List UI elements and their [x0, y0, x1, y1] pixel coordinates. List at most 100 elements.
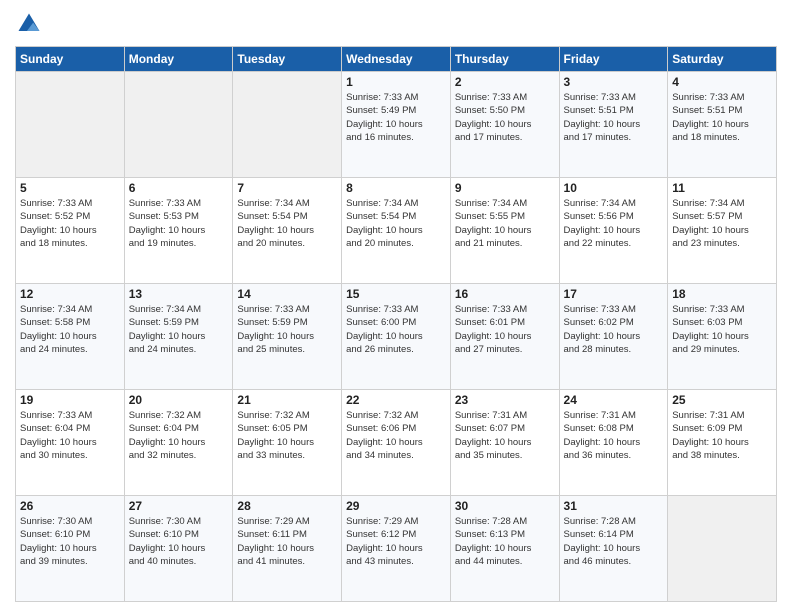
calendar-cell: 9Sunrise: 7:34 AM Sunset: 5:55 PM Daylig… [450, 178, 559, 284]
day-info: Sunrise: 7:33 AM Sunset: 5:53 PM Dayligh… [129, 197, 229, 250]
day-info: Sunrise: 7:34 AM Sunset: 5:54 PM Dayligh… [346, 197, 446, 250]
calendar-cell: 16Sunrise: 7:33 AM Sunset: 6:01 PM Dayli… [450, 284, 559, 390]
calendar-cell: 5 Sunrise: 7:33 AM Sunset: 5:52 PM Daylig… [16, 178, 125, 284]
calendar-cell: 21 Sunrise: 7:32 AM Sunset: 6:05 PM Dayli… [233, 390, 342, 496]
calendar-cell: 2 Sunrise: 7:33 AM Sunset: 5:50 PM Daylig… [450, 72, 559, 178]
day-number: 4 [672, 75, 772, 89]
day-info: Sunrise: 7:33 AM Sunset: 5:59 PM Dayligh… [237, 303, 337, 356]
day-info: Sunrise: 7:32 AM Sunset: 6:05 PM Dayligh… [237, 409, 337, 462]
day-info: Sunrise: 7:32 AM Sunset: 6:06 PM Dayligh… [346, 409, 446, 462]
calendar-cell: 26Sunrise: 7:30 AM Sunset: 6:10 PM Dayli… [16, 496, 125, 602]
calendar-cell: 11 Sunrise: 7:34 AM Sunset: 5:57 PM Dayli… [668, 178, 777, 284]
calendar-cell: 22 Sunrise: 7:32 AM Sunset: 6:06 PM Dayli… [342, 390, 451, 496]
day-info: Sunrise: 7:33 AM Sunset: 5:51 PM Dayligh… [672, 91, 772, 144]
calendar-week-row: 19Sunrise: 7:33 AM Sunset: 6:04 PM Dayli… [16, 390, 777, 496]
day-number: 28 [237, 499, 337, 513]
day-number: 3 [564, 75, 664, 89]
day-number: 19 [20, 393, 120, 407]
day-info: Sunrise: 7:31 AM Sunset: 6:08 PM Dayligh… [564, 409, 664, 462]
calendar-cell: 13Sunrise: 7:34 AM Sunset: 5:59 PM Dayli… [124, 284, 233, 390]
day-number: 17 [564, 287, 664, 301]
calendar-cell [124, 72, 233, 178]
day-number: 27 [129, 499, 229, 513]
day-number: 2 [455, 75, 555, 89]
day-info: Sunrise: 7:33 AM Sunset: 6:03 PM Dayligh… [672, 303, 772, 356]
day-number: 11 [672, 181, 772, 195]
day-number: 22 [346, 393, 446, 407]
day-info: Sunrise: 7:31 AM Sunset: 6:07 PM Dayligh… [455, 409, 555, 462]
day-number: 30 [455, 499, 555, 513]
calendar-cell: 4 Sunrise: 7:33 AM Sunset: 5:51 PM Daylig… [668, 72, 777, 178]
page-container: SundayMondayTuesdayWednesdayThursdayFrid… [0, 0, 792, 612]
day-number: 10 [564, 181, 664, 195]
calendar-cell: 30 Sunrise: 7:28 AM Sunset: 6:13 PM Dayli… [450, 496, 559, 602]
calendar-cell: 19Sunrise: 7:33 AM Sunset: 6:04 PM Dayli… [16, 390, 125, 496]
calendar-cell: 10 Sunrise: 7:34 AM Sunset: 5:56 PM Dayli… [559, 178, 668, 284]
day-number: 25 [672, 393, 772, 407]
calendar-week-row: 26Sunrise: 7:30 AM Sunset: 6:10 PM Dayli… [16, 496, 777, 602]
day-info: Sunrise: 7:29 AM Sunset: 6:12 PM Dayligh… [346, 515, 446, 568]
weekday-header: Tuesday [233, 47, 342, 72]
day-info: Sunrise: 7:34 AM Sunset: 5:54 PM Dayligh… [237, 197, 337, 250]
day-info: Sunrise: 7:28 AM Sunset: 6:13 PM Dayligh… [455, 515, 555, 568]
calendar-cell: 14 Sunrise: 7:33 AM Sunset: 5:59 PM Dayli… [233, 284, 342, 390]
calendar-cell: 7 Sunrise: 7:34 AM Sunset: 5:54 PM Daylig… [233, 178, 342, 284]
calendar-week-row: 12Sunrise: 7:34 AM Sunset: 5:58 PM Dayli… [16, 284, 777, 390]
calendar-cell: 20Sunrise: 7:32 AM Sunset: 6:04 PM Dayli… [124, 390, 233, 496]
day-info: Sunrise: 7:34 AM Sunset: 5:56 PM Dayligh… [564, 197, 664, 250]
calendar-cell [16, 72, 125, 178]
day-info: Sunrise: 7:29 AM Sunset: 6:11 PM Dayligh… [237, 515, 337, 568]
day-info: Sunrise: 7:33 AM Sunset: 5:51 PM Dayligh… [564, 91, 664, 144]
day-info: Sunrise: 7:33 AM Sunset: 6:00 PM Dayligh… [346, 303, 446, 356]
weekday-header: Thursday [450, 47, 559, 72]
logo [15, 10, 47, 38]
day-info: Sunrise: 7:34 AM Sunset: 5:57 PM Dayligh… [672, 197, 772, 250]
calendar-header-row: SundayMondayTuesdayWednesdayThursdayFrid… [16, 47, 777, 72]
day-info: Sunrise: 7:31 AM Sunset: 6:09 PM Dayligh… [672, 409, 772, 462]
day-number: 1 [346, 75, 446, 89]
day-number: 29 [346, 499, 446, 513]
calendar-cell [668, 496, 777, 602]
calendar: SundayMondayTuesdayWednesdayThursdayFrid… [15, 46, 777, 602]
weekday-header: Monday [124, 47, 233, 72]
calendar-cell: 24 Sunrise: 7:31 AM Sunset: 6:08 PM Dayli… [559, 390, 668, 496]
day-info: Sunrise: 7:34 AM Sunset: 5:59 PM Dayligh… [129, 303, 229, 356]
calendar-cell: 17 Sunrise: 7:33 AM Sunset: 6:02 PM Dayli… [559, 284, 668, 390]
calendar-week-row: 5 Sunrise: 7:33 AM Sunset: 5:52 PM Daylig… [16, 178, 777, 284]
weekday-header: Wednesday [342, 47, 451, 72]
calendar-cell [233, 72, 342, 178]
day-number: 31 [564, 499, 664, 513]
weekday-header: Saturday [668, 47, 777, 72]
day-number: 24 [564, 393, 664, 407]
day-info: Sunrise: 7:33 AM Sunset: 6:02 PM Dayligh… [564, 303, 664, 356]
calendar-cell: 15Sunrise: 7:33 AM Sunset: 6:00 PM Dayli… [342, 284, 451, 390]
calendar-cell: 8 Sunrise: 7:34 AM Sunset: 5:54 PM Daylig… [342, 178, 451, 284]
day-info: Sunrise: 7:33 AM Sunset: 5:52 PM Dayligh… [20, 197, 120, 250]
day-number: 8 [346, 181, 446, 195]
calendar-cell: 25 Sunrise: 7:31 AM Sunset: 6:09 PM Dayli… [668, 390, 777, 496]
calendar-cell: 27Sunrise: 7:30 AM Sunset: 6:10 PM Dayli… [124, 496, 233, 602]
day-number: 26 [20, 499, 120, 513]
day-info: Sunrise: 7:33 AM Sunset: 5:49 PM Dayligh… [346, 91, 446, 144]
day-number: 7 [237, 181, 337, 195]
day-number: 23 [455, 393, 555, 407]
day-number: 16 [455, 287, 555, 301]
header [15, 10, 777, 38]
calendar-cell: 6 Sunrise: 7:33 AM Sunset: 5:53 PM Daylig… [124, 178, 233, 284]
day-info: Sunrise: 7:34 AM Sunset: 5:58 PM Dayligh… [20, 303, 120, 356]
day-number: 9 [455, 181, 555, 195]
calendar-cell: 31 Sunrise: 7:28 AM Sunset: 6:14 PM Dayli… [559, 496, 668, 602]
day-info: Sunrise: 7:32 AM Sunset: 6:04 PM Dayligh… [129, 409, 229, 462]
day-info: Sunrise: 7:28 AM Sunset: 6:14 PM Dayligh… [564, 515, 664, 568]
day-number: 5 [20, 181, 120, 195]
calendar-cell: 12Sunrise: 7:34 AM Sunset: 5:58 PM Dayli… [16, 284, 125, 390]
day-number: 14 [237, 287, 337, 301]
calendar-cell: 1 Sunrise: 7:33 AM Sunset: 5:49 PM Daylig… [342, 72, 451, 178]
calendar-cell: 28 Sunrise: 7:29 AM Sunset: 6:11 PM Dayli… [233, 496, 342, 602]
day-number: 21 [237, 393, 337, 407]
calendar-week-row: 1 Sunrise: 7:33 AM Sunset: 5:49 PM Daylig… [16, 72, 777, 178]
logo-icon [15, 10, 43, 38]
day-number: 6 [129, 181, 229, 195]
day-info: Sunrise: 7:33 AM Sunset: 5:50 PM Dayligh… [455, 91, 555, 144]
calendar-cell: 18Sunrise: 7:33 AM Sunset: 6:03 PM Dayli… [668, 284, 777, 390]
